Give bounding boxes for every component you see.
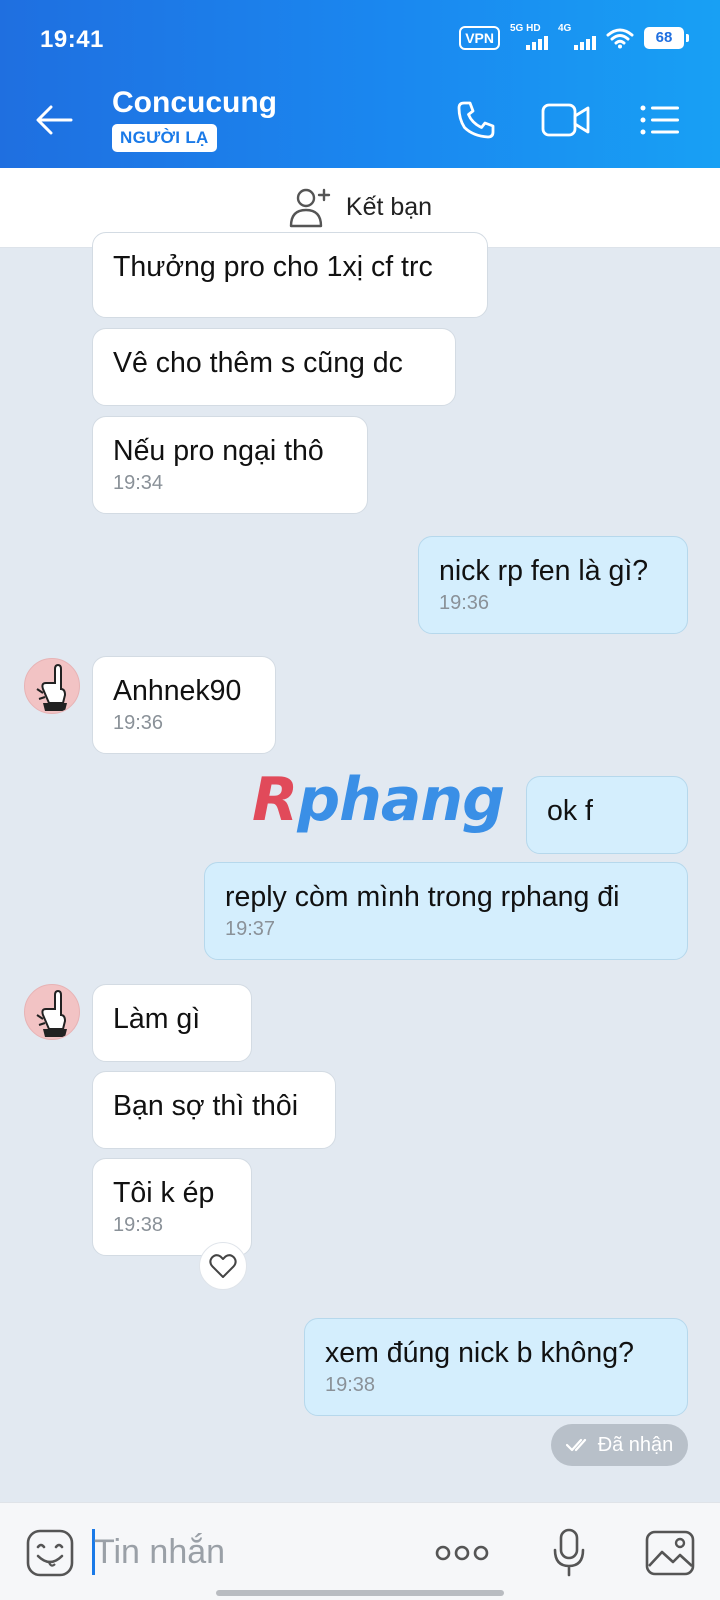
contact-avatar[interactable]: [24, 658, 80, 714]
more-dots-icon: [435, 1545, 489, 1561]
message-bubble-incoming[interactable]: Anhnek90 19:36: [92, 656, 276, 754]
video-call-button[interactable]: [540, 94, 592, 146]
options-button[interactable]: [634, 94, 686, 146]
message-time: 19:36: [113, 712, 164, 734]
contact-avatar[interactable]: [24, 984, 80, 1040]
back-button[interactable]: [30, 96, 78, 144]
message-text: reply còm mình trong rphang đi: [225, 881, 620, 913]
voice-record-button[interactable]: [541, 1525, 597, 1581]
status-bar: 19:41 VPN 5G HD 4G 68: [0, 0, 720, 72]
signal-5g-icon: 5G HD: [510, 24, 548, 52]
message-input-bar: [0, 1502, 720, 1600]
sticker-icon: [26, 1529, 74, 1577]
message-text: Thưởng pro cho 1xị cf trc: [113, 251, 433, 283]
message-time: 19:37: [225, 918, 276, 940]
hand-gesture-icon: [36, 663, 67, 711]
message-bubble-outgoing[interactable]: xem đúng nick b không? 19:38: [304, 1318, 688, 1416]
signal-4g-icon: 4G: [558, 24, 596, 52]
home-indicator[interactable]: [216, 1590, 504, 1596]
delivery-status-text: Đã nhận: [597, 1433, 674, 1456]
message-text: xem đúng nick b không?: [325, 1337, 634, 1369]
message-bubble-incoming[interactable]: Thưởng pro cho 1xị cf trc: [92, 232, 488, 318]
message-text: ok f: [547, 795, 593, 827]
message-bubble-incoming[interactable]: Làm gì: [92, 984, 252, 1062]
phone-icon: [457, 101, 495, 139]
more-options-button[interactable]: [434, 1525, 490, 1581]
image-icon: [645, 1530, 695, 1576]
message-text: Anhnek90: [113, 675, 242, 707]
battery-indicator: 68: [644, 27, 689, 49]
double-check-icon: [565, 1438, 586, 1452]
back-arrow-icon: [36, 105, 73, 135]
contact-name[interactable]: Concucung: [112, 86, 277, 120]
message-time: 19:34: [113, 472, 164, 494]
heart-icon: [209, 1254, 237, 1278]
message-time: 19:38: [113, 1214, 164, 1236]
message-text: nick rp fen là gì?: [439, 555, 649, 587]
message-text: Tôi k ép: [113, 1177, 215, 1209]
chat-header: Concucung NGƯỜI LẠ: [0, 72, 720, 168]
message-text: Vê cho thêm s cũng dc: [113, 347, 403, 379]
message-text: Nếu pro ngại thô: [113, 435, 324, 467]
message-bubble-outgoing[interactable]: reply còm mình trong rphang đi 19:37: [204, 862, 688, 960]
hand-gesture-icon: [36, 989, 67, 1037]
top-bar: 19:41 VPN 5G HD 4G 68 Concucung NGƯỜI LẠ: [0, 0, 720, 168]
microphone-icon: [553, 1528, 585, 1577]
image-picker-button[interactable]: [642, 1525, 698, 1581]
add-person-icon: [289, 188, 331, 227]
message-bubble-outgoing[interactable]: ok f: [526, 776, 688, 854]
status-time: 19:41: [40, 26, 104, 53]
video-call-icon: [541, 103, 590, 137]
watermark-logo: Rphang: [252, 765, 505, 835]
menu-list-icon: [640, 105, 679, 135]
message-bubble-incoming[interactable]: Tôi k ép 19:38: [92, 1158, 252, 1256]
wifi-icon: [606, 28, 634, 49]
sticker-button[interactable]: [22, 1525, 78, 1581]
message-input[interactable]: [94, 1527, 414, 1577]
stranger-badge: NGƯỜI LẠ: [112, 124, 217, 152]
status-indicators: VPN 5G HD 4G 68: [459, 24, 689, 52]
message-bubble-incoming[interactable]: Vê cho thêm s cũng dc: [92, 328, 456, 406]
message-time: 19:36: [439, 592, 490, 614]
call-button[interactable]: [450, 94, 502, 146]
delivery-status-badge: Đã nhận: [551, 1424, 688, 1466]
react-heart-button[interactable]: [199, 1242, 247, 1290]
message-text: Bạn sợ thì thôi: [113, 1090, 299, 1122]
message-time: 19:38: [325, 1374, 376, 1396]
add-friend-label: Kết bạn: [345, 193, 433, 221]
message-bubble-outgoing[interactable]: nick rp fen là gì? 19:36: [418, 536, 688, 634]
message-bubble-incoming[interactable]: Nếu pro ngại thô 19:34: [92, 416, 368, 514]
message-text: Làm gì: [113, 1003, 201, 1035]
message-bubble-incoming[interactable]: Bạn sợ thì thôi: [92, 1071, 336, 1149]
vpn-badge: VPN: [459, 26, 500, 50]
